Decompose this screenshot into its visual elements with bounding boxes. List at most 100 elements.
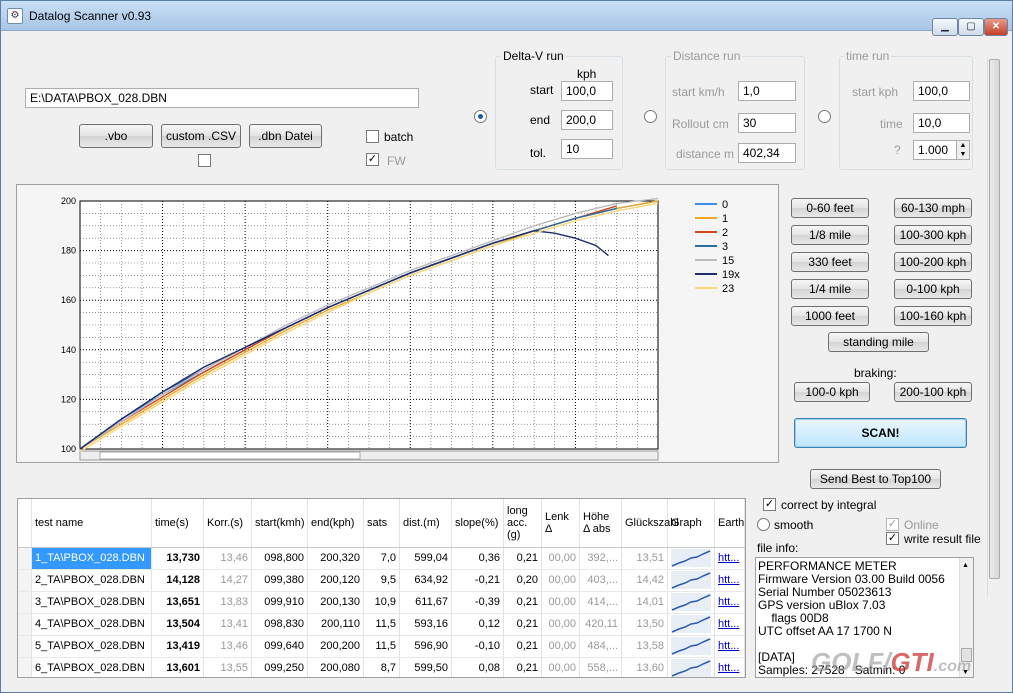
table-cell[interactable]: 200,200	[307, 635, 364, 658]
preset-button-100-200-kph[interactable]: 100-200 kph	[894, 252, 972, 272]
load-csv-button[interactable]: custom .CSV	[161, 124, 241, 148]
table-row[interactable]: 3_TA\PBOX_028.DBN 13,651 13,83 099,910 200,1…	[18, 591, 745, 614]
table-cell[interactable]: 414,...	[579, 591, 622, 614]
table-cell[interactable]: 099,640	[251, 635, 308, 658]
preset-button-60-130-mph[interactable]: 60-130 mph	[894, 198, 972, 218]
table-cell[interactable]: 13,651	[151, 591, 204, 614]
table-cell[interactable]: 13,46	[203, 635, 252, 658]
batch-checkbox[interactable]	[366, 130, 379, 143]
table-cell[interactable]: 1_TA\PBOX_028.DBN	[31, 547, 152, 570]
graph-thumbnail-cell[interactable]	[667, 657, 715, 677]
table-cell[interactable]: 00,00	[541, 613, 580, 636]
table-cell[interactable]: 4_TA\PBOX_028.DBN	[31, 613, 152, 636]
scan-button[interactable]: SCAN!	[794, 418, 967, 448]
time-q-input[interactable]: 1.000	[913, 140, 957, 160]
table-cell[interactable]: 200,320	[307, 547, 364, 570]
braking-200-100-button[interactable]: 200-100 kph	[894, 382, 972, 402]
main-scrollbar[interactable]	[987, 57, 1001, 597]
table-cell[interactable]: 7,0	[363, 547, 400, 570]
close-button[interactable]: ✕	[984, 18, 1008, 36]
graph-thumbnail-cell[interactable]	[667, 547, 715, 570]
column-header[interactable]: time(s)	[151, 499, 204, 548]
table-cell[interactable]: 13,55	[203, 657, 252, 677]
table-cell[interactable]: 0,21	[503, 547, 542, 570]
table-cell[interactable]: 098,830	[251, 613, 308, 636]
table-cell[interactable]: 13,83	[203, 591, 252, 614]
table-cell[interactable]: 00,00	[541, 635, 580, 658]
deltav-radio[interactable]	[474, 110, 487, 123]
graph-thumbnail-cell[interactable]	[667, 591, 715, 614]
standing-mile-button[interactable]: standing mile	[828, 332, 929, 352]
table-cell[interactable]: 6_TA\PBOX_028.DBN	[31, 657, 152, 677]
table-cell[interactable]: -0,21	[451, 569, 504, 592]
table-cell[interactable]: 558,...	[579, 657, 622, 677]
table-cell[interactable]: 599,04	[399, 547, 452, 570]
table-cell[interactable]: 0,21	[503, 613, 542, 636]
table-cell[interactable]: 9,5	[363, 569, 400, 592]
table-cell[interactable]: 13,601	[151, 657, 204, 677]
row-header[interactable]	[18, 635, 32, 658]
deltav-tol-input[interactable]: 10	[561, 139, 613, 159]
table-cell[interactable]: 099,380	[251, 569, 308, 592]
table-cell[interactable]: 13,504	[151, 613, 204, 636]
time-input[interactable]: 10,0	[913, 113, 970, 133]
deltav-start-input[interactable]: 100,0	[561, 81, 613, 101]
table-cell[interactable]: 200,080	[307, 657, 364, 677]
preset-button-1000-feet[interactable]: 1000 feet	[791, 306, 869, 326]
table-cell[interactable]: 200,120	[307, 569, 364, 592]
table-cell[interactable]: htt...	[714, 657, 745, 677]
row-header[interactable]	[18, 569, 32, 592]
table-cell[interactable]: 13,419	[151, 635, 204, 658]
table-cell[interactable]: 599,50	[399, 657, 452, 677]
minimize-button[interactable]: ▁	[932, 18, 958, 36]
preset-button-0-100-kph[interactable]: 0-100 kph	[894, 279, 972, 299]
time-q-spinner[interactable]: ▲ ▼	[956, 140, 970, 160]
table-cell[interactable]: 2_TA\PBOX_028.DBN	[31, 569, 152, 592]
table-cell[interactable]: 14,01	[621, 591, 668, 614]
table-cell[interactable]: -0,39	[451, 591, 504, 614]
distance-start-input[interactable]: 1,0	[738, 81, 796, 101]
table-cell[interactable]: -0,10	[451, 635, 504, 658]
table-cell[interactable]: 0,36	[451, 547, 504, 570]
table-cell[interactable]: 5_TA\PBOX_028.DBN	[31, 635, 152, 658]
file-path-input[interactable]: E:\DATA\PBOX_028.DBN	[25, 88, 419, 108]
table-cell[interactable]: 00,00	[541, 569, 580, 592]
column-header[interactable]: test name	[31, 499, 152, 548]
column-header[interactable]: Earth	[714, 499, 745, 548]
table-cell[interactable]: 00,00	[541, 657, 580, 677]
table-cell[interactable]: 11,5	[363, 613, 400, 636]
preset-button-1-4-mile[interactable]: 1/4 mile	[791, 279, 869, 299]
smooth-radio[interactable]	[757, 518, 770, 531]
table-cell[interactable]: htt...	[714, 613, 745, 636]
correct-integral-checkbox[interactable]: ✓	[763, 498, 776, 511]
table-cell[interactable]: 0,21	[503, 591, 542, 614]
row-header[interactable]	[18, 613, 32, 636]
table-cell[interactable]: 403,...	[579, 569, 622, 592]
graph-thumbnail-cell[interactable]	[667, 613, 715, 636]
table-cell[interactable]: 099,910	[251, 591, 308, 614]
preset-button-100-160-kph[interactable]: 100-160 kph	[894, 306, 972, 326]
table-cell[interactable]: 3_TA\PBOX_028.DBN	[31, 591, 152, 614]
csv-checkbox[interactable]	[198, 154, 211, 167]
graph-thumbnail-cell[interactable]	[667, 635, 715, 658]
column-header[interactable]: end(kph)	[307, 499, 364, 548]
table-cell[interactable]: 13,46	[203, 547, 252, 570]
table-cell[interactable]: htt...	[714, 569, 745, 592]
table-cell[interactable]: 596,90	[399, 635, 452, 658]
table-cell[interactable]: 13,60	[621, 657, 668, 677]
braking-100-0-button[interactable]: 100-0 kph	[794, 382, 870, 402]
table-cell[interactable]: 00,00	[541, 591, 580, 614]
send-best-button[interactable]: Send Best to Top100	[810, 469, 941, 489]
time-radio[interactable]	[818, 110, 831, 123]
table-row[interactable]: 2_TA\PBOX_028.DBN 14,128 14,27 099,380 200,1…	[18, 569, 745, 592]
deltav-end-input[interactable]: 200,0	[561, 110, 613, 130]
table-cell[interactable]: 593,16	[399, 613, 452, 636]
title-bar[interactable]: ⚙ Datalog Scanner v0.93	[1, 1, 1012, 31]
table-cell[interactable]: htt...	[714, 591, 745, 614]
table-cell[interactable]: 0,20	[503, 569, 542, 592]
column-header[interactable]: sats	[363, 499, 400, 548]
table-cell[interactable]: 10,9	[363, 591, 400, 614]
table-cell[interactable]: 13,50	[621, 613, 668, 636]
table-cell[interactable]: 0,21	[503, 657, 542, 677]
column-header[interactable]: long acc.(g)	[503, 499, 542, 548]
